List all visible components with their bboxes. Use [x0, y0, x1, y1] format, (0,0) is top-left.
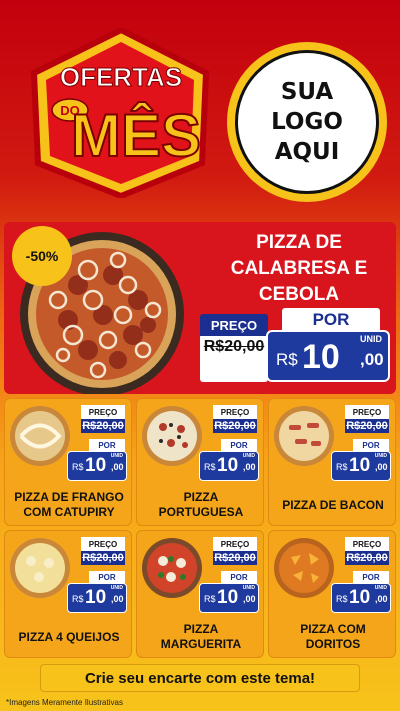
currency: R$ — [72, 594, 84, 604]
preco-label: PREÇO — [200, 314, 268, 336]
preco-label: PREÇO — [213, 537, 257, 551]
price-cents: ,00 — [360, 350, 384, 369]
old-price-box: R$20,00 — [213, 551, 257, 565]
badge-line1: OFERTAS — [60, 62, 182, 92]
currency: R$ — [276, 350, 298, 369]
por-label: POR — [353, 571, 389, 583]
featured-product-title: PIZZA DE CALABRESA E CEBOLA — [230, 232, 368, 305]
old-price: R$20,00 — [214, 420, 256, 432]
por-label: POR — [89, 439, 125, 451]
logo-line2: LOGO — [271, 109, 343, 135]
old-price: R$20,00 — [203, 338, 265, 355]
preco-label: PREÇO — [345, 405, 389, 419]
price-integer: 10 — [349, 455, 371, 476]
logo-line1: SUA — [280, 79, 334, 105]
price-cents: ,00 — [375, 462, 388, 472]
marguerita-pizza-image — [142, 538, 202, 598]
price-cents: ,00 — [243, 462, 256, 472]
old-price-box: R$20,00 — [345, 551, 389, 565]
product-card: PREÇO R$20,00 POR UNID R$ 10 ,00 PIZZA C… — [268, 530, 396, 658]
price-cents: ,00 — [111, 594, 124, 604]
product-name: PIZZA 4 QUEIJOS — [18, 629, 120, 644]
currency: R$ — [336, 462, 348, 472]
old-price: R$20,00 — [82, 552, 124, 564]
old-price: R$20,00 — [214, 552, 256, 564]
new-price-box: UNID R$ 10 ,00 — [199, 451, 259, 481]
old-price-box: R$20,00 — [81, 551, 125, 565]
product-name: PIZZA COM DORITOS — [300, 622, 366, 651]
old-price: R$20,00 — [346, 552, 388, 564]
old-price-box: R$20,00 — [81, 419, 125, 433]
unid-label: UNID — [110, 585, 123, 591]
unid-label: UNID — [374, 453, 387, 459]
featured-offer: -50% PIZZA DE CALABRESA E CEBOLA POR PRE… — [4, 222, 396, 394]
price-integer: 10 — [302, 338, 340, 376]
unid-label: UNID — [360, 334, 382, 344]
product-card: PREÇO R$20,00 POR UNID R$ 10 ,00 PIZZA M… — [136, 530, 264, 658]
currency: R$ — [336, 594, 348, 604]
disclaimer: *Imagens Meramente Ilustrativas — [0, 694, 400, 711]
price-integer: 10 — [85, 455, 107, 476]
preco-label: PREÇO — [81, 405, 125, 419]
product-card: PREÇO R$20,00 POR UNID R$ 10 ,00 PIZZA D… — [268, 398, 396, 526]
product-name: PIZZA MARGUERITA — [160, 622, 242, 651]
header: OFERTAS DO MÊS SUA LOGO AQUI — [0, 0, 400, 215]
product-name: PIZZA DE FRANGO COM CATUPIRY — [14, 490, 124, 519]
product-name: PIZZA DE BACON — [282, 497, 384, 512]
currency: R$ — [72, 462, 84, 472]
old-price-box: PREÇO R$20,00 — [200, 314, 268, 382]
product-card: PREÇO R$20,00 POR UNID R$ 10 ,00 PIZZA D… — [4, 398, 132, 526]
preco-label: PREÇO — [213, 405, 257, 419]
quatro-queijos-pizza-image — [10, 538, 70, 598]
new-price-box: UNID R$ 10 ,00 — [67, 583, 127, 613]
cta-banner[interactable]: Crie seu encarte com este tema! — [40, 664, 360, 692]
discount-badge: -50% — [12, 226, 72, 286]
new-price-box: UNID R$ 10 ,00 — [331, 451, 391, 481]
doritos-pizza-image — [274, 538, 334, 598]
price-integer: 10 — [217, 587, 239, 608]
frango-catupiry-pizza-image — [10, 406, 70, 466]
preco-label: PREÇO — [345, 537, 389, 551]
new-price-box: UNID R$ 10 ,00 — [266, 330, 390, 382]
unid-label: UNID — [242, 585, 255, 591]
por-label: POR — [353, 439, 389, 451]
price-integer: 10 — [85, 587, 107, 608]
old-price-box: R$20,00 — [213, 419, 257, 433]
price-integer: 10 — [217, 455, 239, 476]
price-cents: ,00 — [375, 594, 388, 604]
logo-placeholder: SUA LOGO AQUI — [227, 42, 387, 202]
old-price: R$20,00 — [346, 420, 388, 432]
por-label: POR — [89, 571, 125, 583]
preco-label: PREÇO — [81, 537, 125, 551]
price-cents: ,00 — [111, 462, 124, 472]
por-label: POR — [221, 571, 257, 583]
new-price-box: UNID R$ 10 ,00 — [199, 583, 259, 613]
product-card: PREÇO R$20,00 POR UNID R$ 10 ,00 PIZZA 4… — [4, 530, 132, 658]
new-price-box: UNID R$ 10 ,00 — [67, 451, 127, 481]
flyer: OFERTAS DO MÊS SUA LOGO AQUI -50% PIZZA … — [0, 0, 400, 711]
logo-line3: AQUI — [274, 139, 340, 165]
price-cents: ,00 — [243, 594, 256, 604]
currency: R$ — [204, 594, 216, 604]
unid-label: UNID — [110, 453, 123, 459]
unid-label: UNID — [242, 453, 255, 459]
ofertas-do-mes-badge: OFERTAS DO MÊS — [30, 28, 210, 198]
old-price: R$20,00 — [82, 420, 124, 432]
currency: R$ — [204, 462, 216, 472]
bacon-pizza-image — [274, 406, 334, 466]
por-label: POR — [221, 439, 257, 451]
product-card: PREÇO R$20,00 POR UNID R$ 10 ,00 PIZZA P… — [136, 398, 264, 526]
unid-label: UNID — [374, 585, 387, 591]
portuguesa-pizza-image — [142, 406, 202, 466]
old-price-box: R$20,00 — [345, 419, 389, 433]
por-label: POR — [282, 308, 380, 332]
new-price-box: UNID R$ 10 ,00 — [331, 583, 391, 613]
price-integer: 10 — [349, 587, 371, 608]
badge-line3: MÊS — [71, 102, 201, 169]
product-name: PIZZA PORTUGUESA — [158, 490, 244, 519]
